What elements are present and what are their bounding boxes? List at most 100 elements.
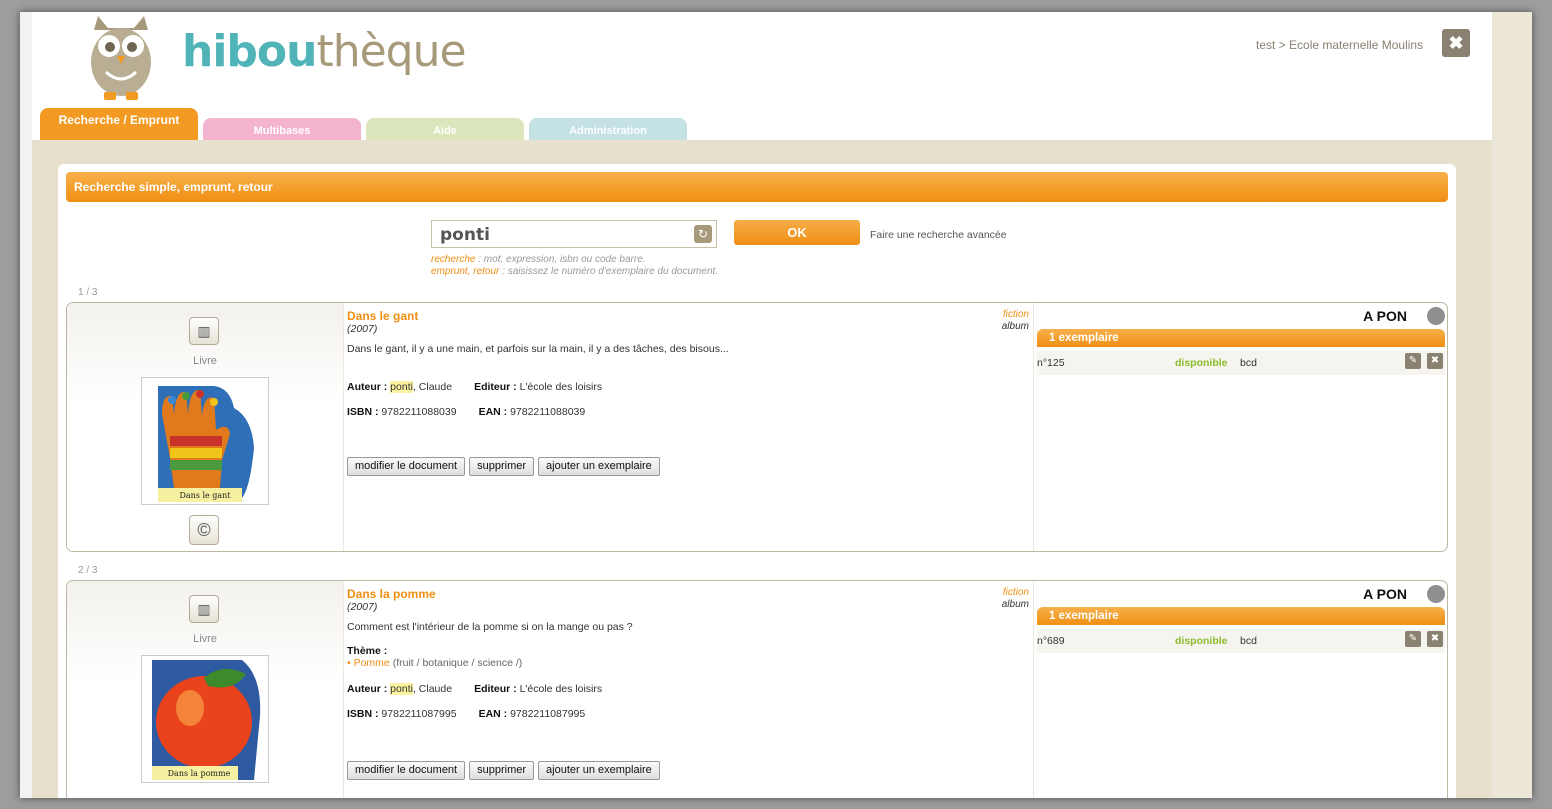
copyright-icon[interactable]: © [189,515,219,545]
document-summary: Comment est l'intérieur de la pomme si o… [347,621,633,633]
document-form: album [1001,599,1029,610]
editor-name: L'école des loisirs [519,381,603,393]
result-media-column: ▥ Livre Dans la pomme [67,581,344,798]
hint-key: recherche [431,254,476,265]
isbn-ean-line: ISBN : 9782211087995 EAN : 9782211087995 [347,708,585,720]
ok-button[interactable]: OK [734,220,860,245]
search-input[interactable] [438,224,692,246]
result-item: ▥ Livre Dans le gant © Dans le gant (200… [66,302,1448,552]
editor-name: L'école des loisirs [519,683,603,695]
isbn-value: 9782211087995 [381,708,457,720]
editor-label: Editeur : [474,381,517,393]
cover-caption: Dans le gant [179,491,231,500]
delete-button[interactable]: supprimer [469,457,535,476]
owl-logo-icon [91,16,151,100]
tab-recherche-emprunt[interactable]: Recherche / Emprunt [40,108,198,140]
tab-administration[interactable]: Administration [529,118,687,140]
result-item: ▥ Livre Dans la pomme Dans la pomme (200… [66,580,1448,798]
document-type: Livre [193,633,217,645]
result-counter: 1 / 3 [78,287,98,298]
loan-hint: emprunt, retour : saisissez le numéro d'… [431,266,718,277]
add-copy-button[interactable]: ajouter un exemplaire [538,761,660,780]
document-year: (2007) [347,323,378,335]
author-label: Auteur : [347,381,388,393]
book-icon: ▥ [189,595,219,623]
document-genre: fiction [1002,309,1029,320]
close-icon: ✖ [1448,33,1464,53]
document-title-link[interactable]: Dans le gant [347,309,418,323]
refresh-icon[interactable]: ↻ [694,225,712,243]
close-icon: ✖ [1430,633,1440,644]
copy-number: n°125 [1037,357,1065,369]
copy-row: n°689 disponible bcd ✎ ✖ [1037,629,1445,653]
close-button[interactable]: ✖ [1442,29,1470,57]
logo-part2: thèque [316,26,466,77]
isbn-label: ISBN : [347,406,379,418]
isbn-value: 9782211088039 [381,406,457,418]
advanced-search-link[interactable]: Faire une recherche avancée [870,229,1007,241]
result-copies-column: A PON 1 exemplaire n°125 disponible bcd … [1033,303,1447,551]
status-indicator-icon [1427,585,1445,603]
ean-value: 9782211087995 [510,708,586,720]
hint-text: : saisissez le numéro d'exemplaire du do… [499,266,719,277]
author-name: , Claude [412,381,453,393]
delete-copy-button[interactable]: ✖ [1427,353,1443,369]
hint-text: : mot, expression, isbn ou code barre. [475,254,646,265]
copy-location: bcd [1240,357,1257,369]
ean-label: EAN : [478,406,508,418]
theme-link[interactable]: Pomme [354,657,390,669]
author-highlight: ponti [390,381,413,393]
delete-copy-button[interactable]: ✖ [1427,631,1443,647]
result-media-column: ▥ Livre Dans le gant © [67,303,344,551]
app-logo-text: hibouthèque [182,26,467,77]
breadcrumb[interactable]: test > Ecole maternelle Moulins [1256,38,1423,52]
editor-label: Editeur : [474,683,517,695]
modify-document-button[interactable]: modifier le document [347,761,466,780]
theme-path: (fruit / botanique / science /) [389,657,523,669]
theme-bullet: • [347,657,354,669]
tab-aide[interactable]: Aide [366,118,524,140]
document-form: album [1001,321,1029,332]
author-name: , Claude [412,683,453,695]
result-details-column: Dans la pomme (2007) fiction album Comme… [343,581,1034,798]
left-margin [20,12,32,798]
page: hibouthèque test > Ecole maternelle Moul… [32,12,1492,798]
tab-multibases[interactable]: Multibases [203,118,361,140]
edit-copy-button[interactable]: ✎ [1405,353,1421,369]
search-panel: Recherche simple, emprunt, retour ↻ OK F… [58,164,1456,798]
book-cover-image[interactable] [141,377,269,505]
call-number: A PON [1363,308,1407,324]
search-box: ↻ [431,220,717,248]
document-type: Livre [193,355,217,367]
theme-line: • Pomme (fruit / botanique / science /) [347,657,522,669]
result-counter: 2 / 3 [78,565,98,576]
browser-frame: hibouthèque test > Ecole maternelle Moul… [20,12,1532,798]
delete-button[interactable]: supprimer [469,761,535,780]
isbn-ean-line: ISBN : 9782211088039 EAN : 9782211088039 [347,406,585,418]
result-details-column: Dans le gant (2007) fiction album Dans l… [343,303,1034,551]
book-cover-image[interactable] [141,655,269,783]
edit-copy-button[interactable]: ✎ [1405,631,1421,647]
author-editor-line: Auteur : ponti, Claude Editeur : L'école … [347,683,602,695]
add-copy-button[interactable]: ajouter un exemplaire [538,457,660,476]
copy-location: bcd [1240,635,1257,647]
author-highlight: ponti [390,683,413,695]
copies-header: 1 exemplaire [1037,329,1445,347]
copy-row: n°125 disponible bcd ✎ ✖ [1037,351,1445,375]
call-number: A PON [1363,586,1407,602]
result-copies-column: A PON 1 exemplaire n°689 disponible bcd … [1033,581,1447,798]
document-title-link[interactable]: Dans la pomme [347,587,436,601]
close-icon: ✖ [1430,355,1440,366]
document-genre: fiction [1002,587,1029,598]
theme-label: Thème : [347,645,388,657]
author-editor-line: Auteur : ponti, Claude Editeur : L'école … [347,381,602,393]
search-hint: recherche : mot, expression, isbn ou cod… [431,254,646,265]
panel-title: Recherche simple, emprunt, retour [66,172,1448,202]
status-indicator-icon [1427,307,1445,325]
pencil-icon: ✎ [1408,633,1418,644]
book-icon: ▥ [189,317,219,345]
copies-header: 1 exemplaire [1037,607,1445,625]
copy-number: n°689 [1037,635,1065,647]
document-actions: modifier le document supprimer ajouter un … [347,457,664,476]
modify-document-button[interactable]: modifier le document [347,457,466,476]
